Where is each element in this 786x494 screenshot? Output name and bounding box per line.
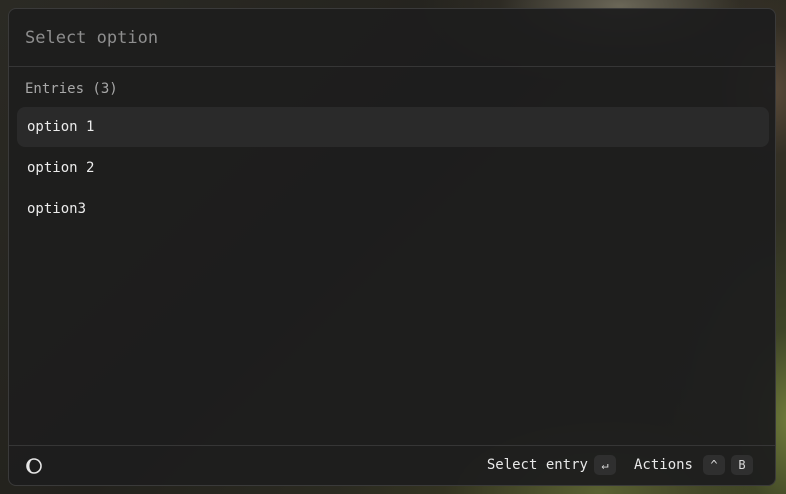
list-item-label: option 2	[27, 160, 95, 176]
select-entry-button[interactable]: Select entry ↵	[487, 455, 616, 475]
actions-label: Actions	[633, 457, 693, 473]
section-title: Entries (3)	[25, 81, 118, 97]
list-item[interactable]: option 2	[17, 148, 769, 188]
list-item[interactable]: option 1	[17, 107, 769, 147]
list-item[interactable]: option3	[17, 189, 769, 229]
search-input[interactable]	[25, 27, 725, 48]
list-item-label: option3	[27, 201, 87, 217]
command-palette-window: Entries (3) option 1 option 2 option3 Se…	[8, 8, 776, 486]
actions-button[interactable]: Actions ^ B	[634, 455, 753, 475]
ctrl-key-icon: ^	[703, 455, 725, 475]
b-key: B	[731, 455, 753, 475]
enter-key-icon: ↵	[593, 455, 616, 475]
footer-actions: Select entry ↵ Actions ^ B	[487, 455, 753, 475]
footer: Select entry ↵ Actions ^ B	[9, 445, 775, 485]
select-entry-label: Select entry	[486, 457, 588, 473]
entries-list: option 1 option 2 option3	[17, 107, 769, 230]
list-item-label: option 1	[27, 119, 95, 135]
moon-icon[interactable]	[25, 457, 43, 475]
search-bar	[9, 9, 775, 67]
